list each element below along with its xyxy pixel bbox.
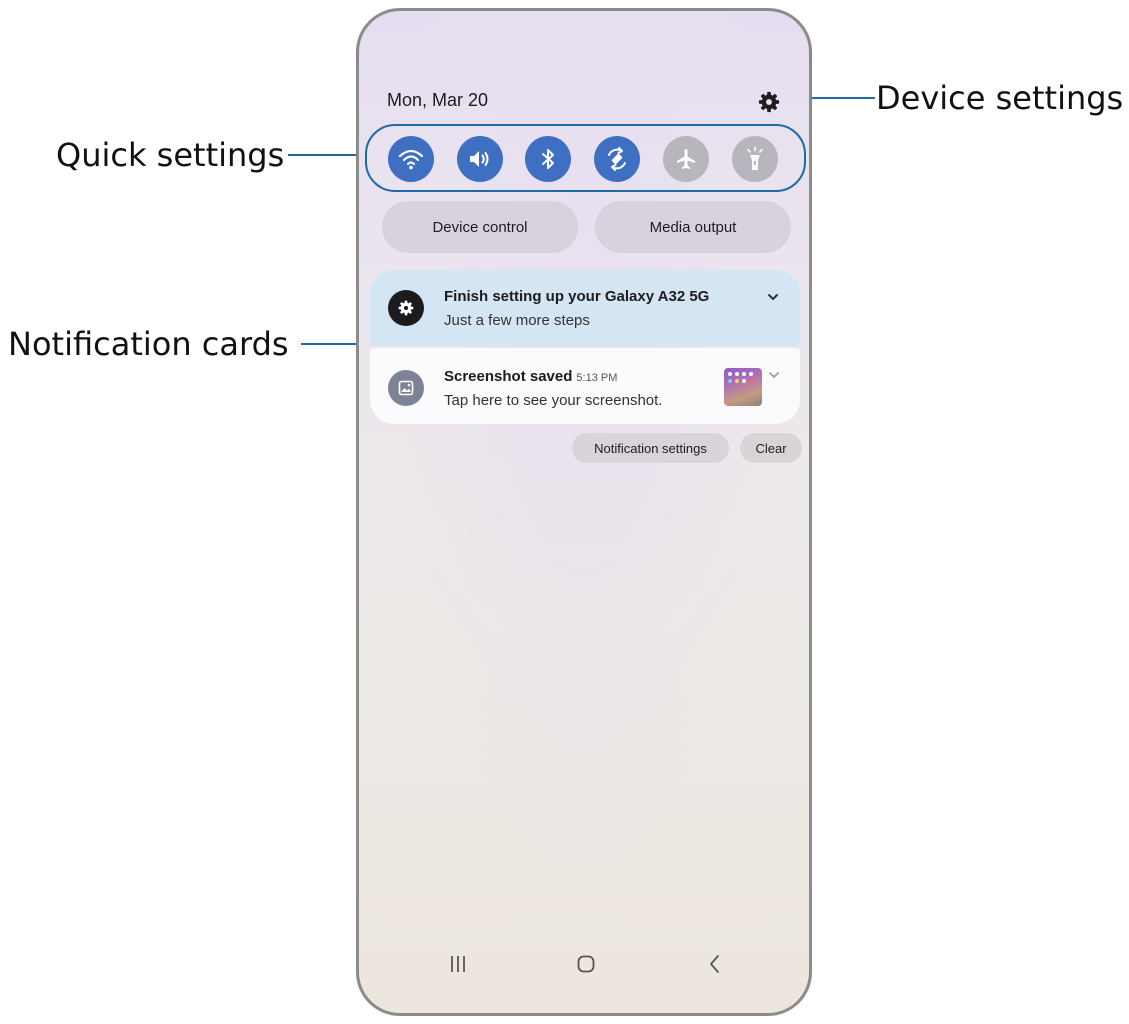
clear-button[interactable]: Clear bbox=[740, 433, 802, 463]
home-icon[interactable] bbox=[576, 954, 596, 974]
notification-card-setup[interactable]: Finish setting up your Galaxy A32 5G Jus… bbox=[370, 270, 800, 346]
wifi-icon bbox=[398, 149, 424, 170]
bluetooth-toggle[interactable] bbox=[525, 136, 571, 182]
airplane-mode-icon bbox=[677, 149, 695, 169]
callout-notification-cards: Notification cards bbox=[8, 325, 289, 363]
date-label: Mon, Mar 20 bbox=[387, 90, 489, 110]
notification-icon-setup bbox=[388, 290, 424, 326]
notification-text: Just a few more steps bbox=[444, 312, 590, 329]
media-output-button[interactable]: Media output bbox=[595, 201, 791, 253]
airplane-mode-toggle[interactable] bbox=[663, 136, 709, 182]
recent-apps-icon[interactable] bbox=[448, 954, 468, 974]
notification-settings-button[interactable]: Notification settings bbox=[572, 433, 729, 463]
notification-icon-screenshot bbox=[388, 370, 424, 406]
auto-rotate-icon bbox=[608, 147, 626, 171]
gallery-icon bbox=[398, 380, 414, 396]
wifi-toggle[interactable] bbox=[388, 136, 434, 182]
callout-device-settings: Device settings bbox=[876, 79, 1124, 117]
device-control-button[interactable]: Device control bbox=[382, 201, 578, 253]
settings-gear-icon[interactable] bbox=[758, 91, 780, 113]
notification-card-screenshot[interactable]: Screenshot saved 5:13 PM Tap here to see … bbox=[370, 348, 800, 424]
sound-icon bbox=[470, 151, 489, 167]
notification-time: 5:13 PM bbox=[576, 372, 618, 384]
bluetooth-icon bbox=[542, 149, 554, 169]
screenshot-thumbnail[interactable] bbox=[724, 368, 762, 406]
callout-line-quick-settings bbox=[288, 154, 362, 156]
back-icon[interactable] bbox=[705, 954, 725, 974]
phone-screen: Mon, Mar 20 Device control Media output … bbox=[356, 8, 812, 1016]
notification-text: Tap here to see your screenshot. bbox=[444, 392, 663, 409]
chevron-down-icon[interactable] bbox=[766, 292, 780, 302]
chevron-down-icon[interactable] bbox=[767, 370, 781, 380]
flashlight-toggle[interactable] bbox=[732, 136, 778, 182]
notification-title: Finish setting up your Galaxy A32 5G bbox=[444, 288, 710, 305]
sound-toggle[interactable] bbox=[457, 136, 503, 182]
flashlight-icon bbox=[747, 146, 763, 170]
auto-rotate-toggle[interactable] bbox=[594, 136, 640, 182]
settings-gear-icon bbox=[398, 300, 414, 316]
callout-quick-settings: Quick settings bbox=[56, 136, 285, 174]
notification-title-text: Screenshot saved bbox=[444, 368, 573, 385]
notification-title: Screenshot saved 5:13 PM bbox=[444, 368, 617, 385]
